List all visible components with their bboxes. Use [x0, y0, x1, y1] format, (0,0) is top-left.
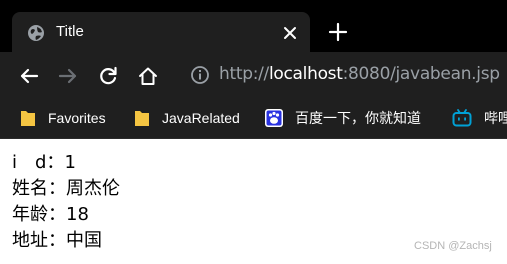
home-icon[interactable]	[137, 65, 159, 87]
field-row-name: 姓名：周杰伦	[12, 176, 120, 202]
browser-toolbar: http://localhost:8080/javabean.jsp	[0, 52, 507, 98]
new-tab-icon[interactable]	[328, 22, 348, 42]
address-bar[interactable]: http://localhost:8080/javabean.jsp	[219, 64, 500, 84]
bookmark-label: 哔哩	[484, 110, 507, 126]
field-value: 周杰伦	[66, 178, 120, 199]
page-content: i d：1 姓名：周杰伦 年龄：18 地址：中国	[12, 150, 120, 254]
field-row-age: 年龄：18	[12, 202, 120, 228]
bookmark-baidu[interactable]: 百度一下，你就知道	[265, 98, 421, 138]
field-label: 姓名：	[12, 178, 66, 199]
url-scheme: http://	[219, 64, 269, 84]
field-value: 中国	[66, 230, 102, 251]
field-value: 18	[66, 204, 89, 225]
folder-icon	[135, 111, 149, 126]
folder-icon	[21, 111, 35, 126]
bookmark-label: 百度一下，你就知道	[295, 110, 421, 126]
field-label: i d：	[12, 152, 65, 173]
url-path: :8080/javabean.jsp	[342, 64, 500, 84]
url-host: localhost	[268, 64, 343, 84]
globe-icon	[28, 25, 44, 41]
reload-icon[interactable]	[97, 65, 119, 87]
baidu-icon	[265, 109, 283, 127]
field-value: 1	[64, 152, 76, 173]
field-label: 地址：	[12, 230, 66, 251]
forward-arrow-icon[interactable]	[57, 65, 79, 87]
browser-tab[interactable]: Title	[12, 12, 310, 52]
bookmark-label: Favorites	[48, 110, 106, 126]
watermark: CSDN @Zachsj	[414, 240, 492, 252]
bookmark-label: JavaRelated	[162, 110, 240, 126]
field-label: 年龄：	[12, 204, 66, 225]
bookmark-javarelated[interactable]: JavaRelated	[134, 98, 240, 138]
bookmarks-bar: Favorites JavaRelated 百度一下，你就知道 哔哩	[0, 98, 507, 139]
close-tab-icon[interactable]	[282, 25, 298, 41]
site-info-icon[interactable]	[190, 65, 210, 85]
back-arrow-icon[interactable]	[18, 65, 40, 87]
field-row-id: i d：1	[12, 150, 120, 176]
field-row-address: 地址：中国	[12, 228, 120, 254]
tab-title: Title	[56, 23, 84, 40]
bookmark-bilibili[interactable]: 哔哩	[452, 98, 507, 138]
bookmark-favorites[interactable]: Favorites	[20, 98, 106, 138]
bilibili-icon	[452, 109, 472, 127]
tab-strip: Title	[0, 0, 507, 52]
